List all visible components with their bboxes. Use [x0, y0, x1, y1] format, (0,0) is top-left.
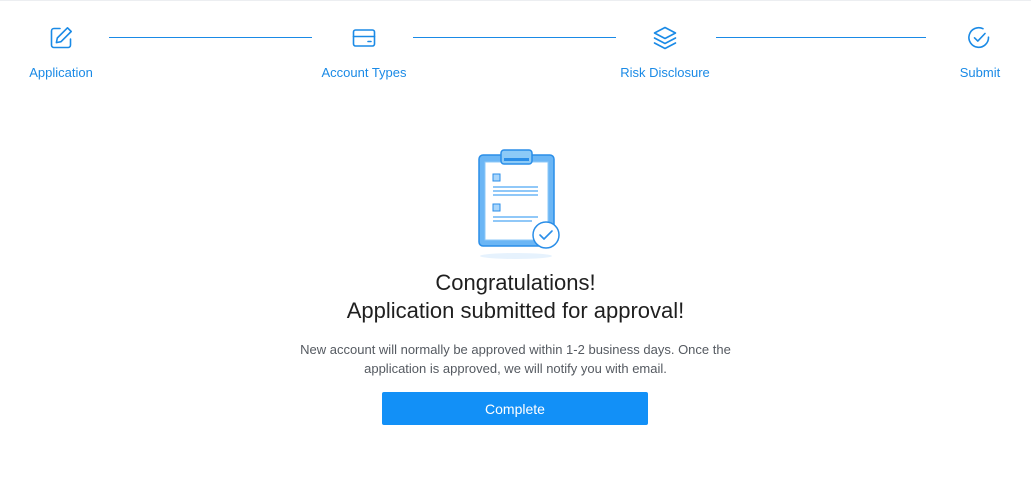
step-connector [716, 37, 926, 38]
complete-button[interactable]: Complete [382, 392, 648, 425]
step-risk-disclosure-label[interactable]: Risk Disclosure [620, 65, 710, 80]
check-circle-icon[interactable] [965, 24, 993, 52]
step-connector [109, 37, 312, 38]
step-submit-label[interactable]: Submit [960, 65, 1000, 80]
card-icon[interactable] [350, 24, 378, 52]
progress-stepper: Application Account Types Risk Disclosur… [0, 0, 1031, 95]
edit-icon[interactable] [47, 24, 75, 52]
layers-icon[interactable] [651, 24, 679, 52]
approval-description: New account will normally be approved wi… [300, 342, 731, 376]
congratulations-heading: Congratulations! [435, 270, 596, 295]
step-application-label[interactable]: Application [29, 65, 93, 80]
step-account-types-label[interactable]: Account Types [321, 65, 406, 80]
submitted-heading: Application submitted for approval! [346, 298, 685, 323]
step-connector [413, 37, 616, 38]
clipboard-check-icon [466, 146, 566, 262]
